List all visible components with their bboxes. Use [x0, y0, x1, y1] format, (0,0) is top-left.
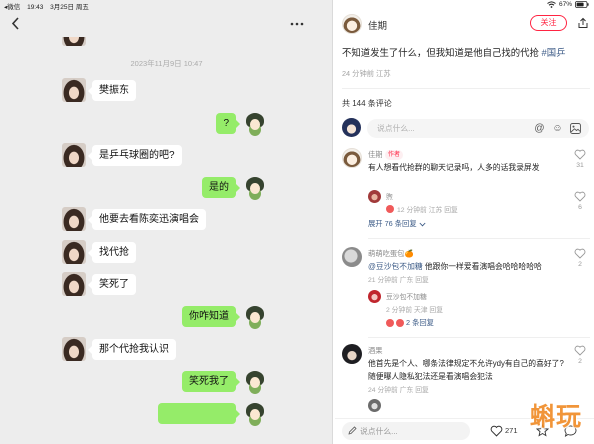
- comment-count: 共 144 条评论: [342, 99, 392, 108]
- heart-icon[interactable]: [574, 345, 586, 356]
- share-icon[interactable]: [577, 17, 589, 29]
- comment-text: @豆沙包不加糖 他跟你一样爱看演唱会哈哈哈哈哈: [368, 261, 542, 272]
- emoji-icon[interactable]: ☺: [551, 122, 564, 135]
- comment-meta[interactable]: 24 分钟前 广东 回复: [368, 384, 429, 394]
- comment-body: 他跟你一样爱看演唱会哈哈哈哈哈: [422, 262, 542, 271]
- post-hashtag[interactable]: #国乒: [541, 47, 565, 58]
- chevron-down-icon: [419, 222, 426, 226]
- comment-like-count: 2: [578, 261, 582, 268]
- chat-message-other[interactable]: 樊振东: [88, 80, 136, 101]
- chat-message-other[interactable]: 笑死了: [88, 274, 136, 295]
- reply-meta[interactable]: 2 分钟前 天津 回复: [386, 304, 443, 314]
- battery-icon: [575, 1, 589, 8]
- chat-message-self[interactable]: [158, 403, 240, 424]
- chat-timestamp: 2023年11月9日 10:47: [130, 59, 203, 68]
- comment-like-count: 2: [578, 358, 582, 365]
- author-badge: 作者: [385, 150, 404, 160]
- reply-avatar[interactable]: [368, 190, 381, 203]
- chat-nav-bar: [0, 10, 332, 37]
- heart-icon[interactable]: [490, 425, 503, 437]
- reply-avatar[interactable]: [368, 290, 381, 303]
- comment-text: 有人想看代抢群的聊天记录吗，人多的话我录屏发: [368, 163, 540, 172]
- chat-avatar-other: [62, 337, 86, 361]
- reply-author[interactable]: 煦: [386, 191, 393, 201]
- comment-meta[interactable]: 21 分钟前 广东 回复: [368, 274, 429, 284]
- chat-avatar-other: [62, 240, 86, 264]
- chat-avatar-self: [243, 304, 267, 328]
- image-icon[interactable]: [570, 123, 581, 134]
- watermark-logo: 蝌玩: [530, 403, 583, 431]
- at-icon[interactable]: @: [533, 122, 546, 135]
- expand-replies[interactable]: 2 条回复: [386, 318, 434, 328]
- expand-replies[interactable]: 展开 76 条回复: [368, 219, 426, 229]
- reply-meta[interactable]: 12 分钟前 江苏 回复: [397, 204, 458, 214]
- chat-avatar-self: [243, 175, 267, 199]
- follow-button[interactable]: 关注: [530, 15, 567, 31]
- post-like-count: 271: [505, 426, 518, 435]
- expand-replies-label: 2 条回复: [406, 318, 434, 327]
- heart-icon[interactable]: [574, 248, 586, 259]
- post-text: 不知道发生了什么，但我知道是他自己找的代抢 #国乒: [342, 45, 590, 59]
- post-meta: 24 分钟前 江苏: [342, 69, 391, 78]
- chat-message-other[interactable]: 那个代抢我认识: [88, 339, 176, 360]
- battery-percent: 67%: [558, 1, 572, 8]
- chat-avatar-self: [243, 401, 267, 425]
- chat-avatar-self: [243, 369, 267, 393]
- sticker-icon: [386, 205, 394, 213]
- chat-message-self[interactable]: 你咋知道: [182, 306, 240, 327]
- divider: [368, 337, 590, 338]
- back-icon[interactable]: [11, 17, 20, 30]
- expand-replies-label: 展开 76 条回复: [368, 219, 417, 228]
- author-name[interactable]: 佳期: [368, 18, 387, 32]
- bottom-comment-input[interactable]: 说点什么...: [342, 422, 470, 440]
- post-body: 不知道发生了什么，但我知道是他自己找的代抢: [342, 47, 542, 58]
- chat-message-other[interactable]: 是乒乓球圈的吧?: [88, 145, 182, 166]
- sticker-icon: [396, 319, 404, 327]
- wifi-icon: [547, 1, 556, 8]
- chat-message-other[interactable]: 找代抢: [88, 242, 136, 263]
- chat-avatar-other: [62, 143, 86, 167]
- more-icon[interactable]: [290, 22, 304, 26]
- comment-input-placeholder: 说点什么...: [377, 124, 415, 133]
- comment-avatar[interactable]: [342, 344, 362, 364]
- chat-message-self[interactable]: 笑死我了: [182, 371, 240, 392]
- comment-author[interactable]: 酒果: [368, 346, 383, 356]
- chat-message-self[interactable]: 是的: [202, 177, 240, 198]
- comment-author[interactable]: 佳期: [368, 150, 383, 160]
- heart-icon[interactable]: [574, 149, 586, 160]
- comment-mention[interactable]: @豆沙包不加糖: [368, 262, 423, 271]
- chat-avatar-other: [62, 78, 86, 102]
- status-bar-right: 67%: [547, 1, 589, 8]
- chat-avatar-other: [62, 272, 86, 296]
- comment-like-count: 31: [576, 162, 584, 169]
- chat-avatar-other: [62, 207, 86, 231]
- divider: [342, 88, 590, 89]
- reply-avatar[interactable]: [368, 399, 381, 412]
- author-avatar[interactable]: [342, 14, 362, 34]
- comment-input[interactable]: 说点什么... @ ☺: [367, 119, 589, 138]
- my-avatar: [342, 118, 361, 137]
- comment-avatar[interactable]: [342, 247, 362, 267]
- chat-screenshot: ◂微信 19:43 3月25日 周五 2023年11月9日 10:47 樊振东 …: [0, 0, 333, 444]
- chat-avatar-self: [243, 111, 267, 135]
- sticker-icon: [386, 319, 394, 327]
- reply-author[interactable]: 豆沙包不加糖: [386, 291, 427, 301]
- chat-message-self[interactable]: ?: [216, 113, 240, 134]
- divider: [368, 238, 590, 239]
- reply-like-count: 6: [578, 204, 582, 211]
- bottom-input-placeholder: 说点什么...: [360, 427, 398, 436]
- heart-icon[interactable]: [574, 191, 586, 202]
- comment-text: 他首先是个人、哪条法律规定不允许ydy有自己的喜好了? 随便曝人隐私犯法还是看演…: [368, 359, 564, 381]
- comment-avatar[interactable]: [342, 148, 362, 168]
- chat-message-other[interactable]: 他要去看陈奕迅演唱会: [88, 209, 206, 230]
- comment-author[interactable]: 萌萌吃蛋包🍊: [368, 249, 414, 259]
- pencil-icon: [348, 426, 357, 435]
